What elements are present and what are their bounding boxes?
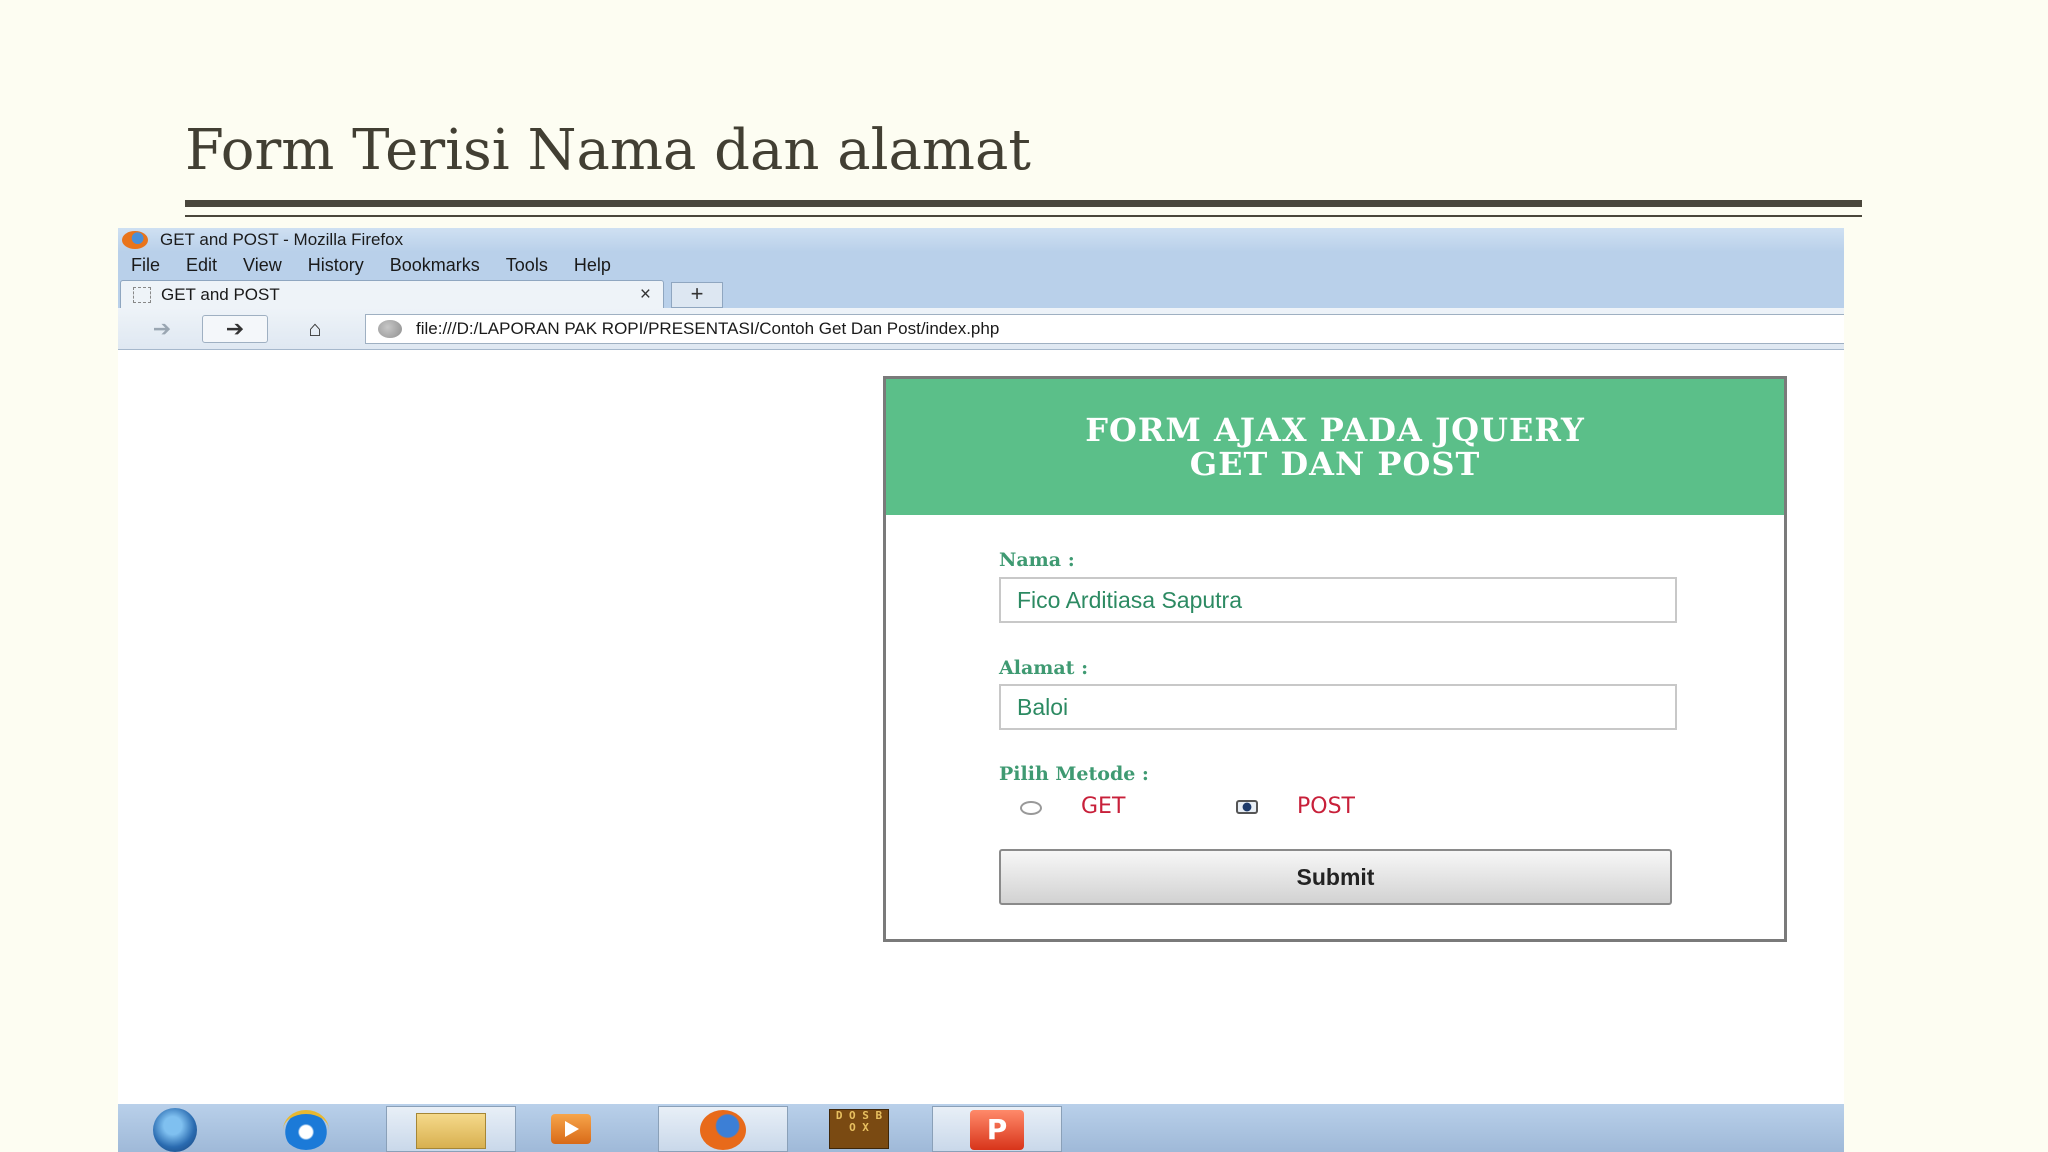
- powerpoint-icon: P: [970, 1110, 1024, 1150]
- tab-strip: GET and POST × +: [118, 278, 1844, 308]
- radio-get-label[interactable]: GET: [1081, 794, 1125, 819]
- slide-title: Form Terisi Nama dan alamat: [185, 118, 1031, 183]
- taskbar-firefox[interactable]: [658, 1106, 788, 1152]
- dosbox-icon: D O S B O X: [829, 1109, 889, 1149]
- start-orb-icon: [153, 1108, 197, 1152]
- metode-label: Pilih Metode :: [999, 763, 1149, 785]
- radio-get[interactable]: [1020, 801, 1042, 815]
- nama-input[interactable]: Fico Arditiasa Saputra: [999, 577, 1677, 623]
- menu-file[interactable]: File: [131, 255, 160, 276]
- forward-button[interactable]: ➔: [202, 315, 268, 343]
- blank-page-icon: [133, 286, 151, 303]
- window-titlebar: GET and POST - Mozilla Firefox: [118, 228, 1844, 252]
- form-header: FORM AJAX PADA JQUERY GET DAN POST: [886, 379, 1784, 515]
- menu-bookmarks[interactable]: Bookmarks: [390, 255, 480, 276]
- radio-post-label[interactable]: POST: [1297, 794, 1355, 819]
- windows-explorer-icon: [416, 1113, 486, 1149]
- back-button[interactable]: ➔: [140, 315, 184, 343]
- new-tab-button[interactable]: +: [671, 282, 723, 308]
- window-title: GET and POST - Mozilla Firefox: [160, 230, 404, 249]
- navigation-toolbar: ➔ ➔ ⌂ file:///D:/LAPORAN PAK ROPI/PRESEN…: [118, 308, 1844, 350]
- home-icon: ⌂: [308, 316, 322, 341]
- firefox-window: GET and POST - Mozilla Firefox File Edit…: [118, 228, 1844, 1152]
- alamat-input[interactable]: Baloi: [999, 684, 1677, 730]
- firefox-logo-icon: [122, 231, 148, 249]
- alamat-label: Alamat :: [999, 657, 1089, 679]
- tab-label: GET and POST: [161, 284, 280, 304]
- tab-get-and-post[interactable]: GET and POST ×: [120, 280, 664, 308]
- url-bar[interactable]: file:///D:/LAPORAN PAK ROPI/PRESENTASI/C…: [365, 314, 1844, 344]
- ajax-form-panel: FORM AJAX PADA JQUERY GET DAN POST Nama …: [883, 376, 1787, 942]
- radio-post[interactable]: [1236, 800, 1258, 814]
- windows-taskbar: D O S B O X P: [118, 1104, 1844, 1152]
- globe-icon: [378, 320, 402, 338]
- menu-history[interactable]: History: [308, 255, 364, 276]
- forward-arrow-icon: ➔: [225, 316, 245, 341]
- taskbar-powerpoint[interactable]: P: [932, 1106, 1062, 1152]
- form-header-line2: GET DAN POST: [1189, 445, 1481, 483]
- page-content: FORM AJAX PADA JQUERY GET DAN POST Nama …: [118, 350, 1844, 1102]
- taskbar-media-player[interactable]: [526, 1106, 616, 1152]
- nama-label: Nama :: [999, 549, 1075, 571]
- menu-tools[interactable]: Tools: [506, 255, 548, 276]
- menu-view[interactable]: View: [243, 255, 282, 276]
- menu-help[interactable]: Help: [574, 255, 611, 276]
- url-text: file:///D:/LAPORAN PAK ROPI/PRESENTASI/C…: [416, 319, 1000, 338]
- media-player-icon: [551, 1114, 591, 1144]
- title-rule-thin: [185, 215, 1862, 217]
- submit-button[interactable]: Submit: [999, 849, 1672, 905]
- form-header-line1: FORM AJAX PADA JQUERY: [1085, 411, 1585, 449]
- title-rule-thick: [185, 200, 1862, 207]
- firefox-icon: [700, 1110, 746, 1150]
- back-arrow-icon: ➔: [152, 316, 172, 341]
- taskbar-dosbox[interactable]: D O S B O X: [794, 1106, 924, 1152]
- internet-explorer-icon: [283, 1110, 329, 1150]
- taskbar-internet-explorer[interactable]: [262, 1106, 350, 1152]
- menu-edit[interactable]: Edit: [186, 255, 217, 276]
- taskbar-windows-explorer[interactable]: [386, 1106, 516, 1152]
- start-button[interactable]: [134, 1106, 216, 1152]
- menu-bar: File Edit View History Bookmarks Tools H…: [118, 252, 1844, 278]
- close-tab-icon[interactable]: ×: [640, 284, 651, 306]
- home-button[interactable]: ⌂: [286, 315, 344, 343]
